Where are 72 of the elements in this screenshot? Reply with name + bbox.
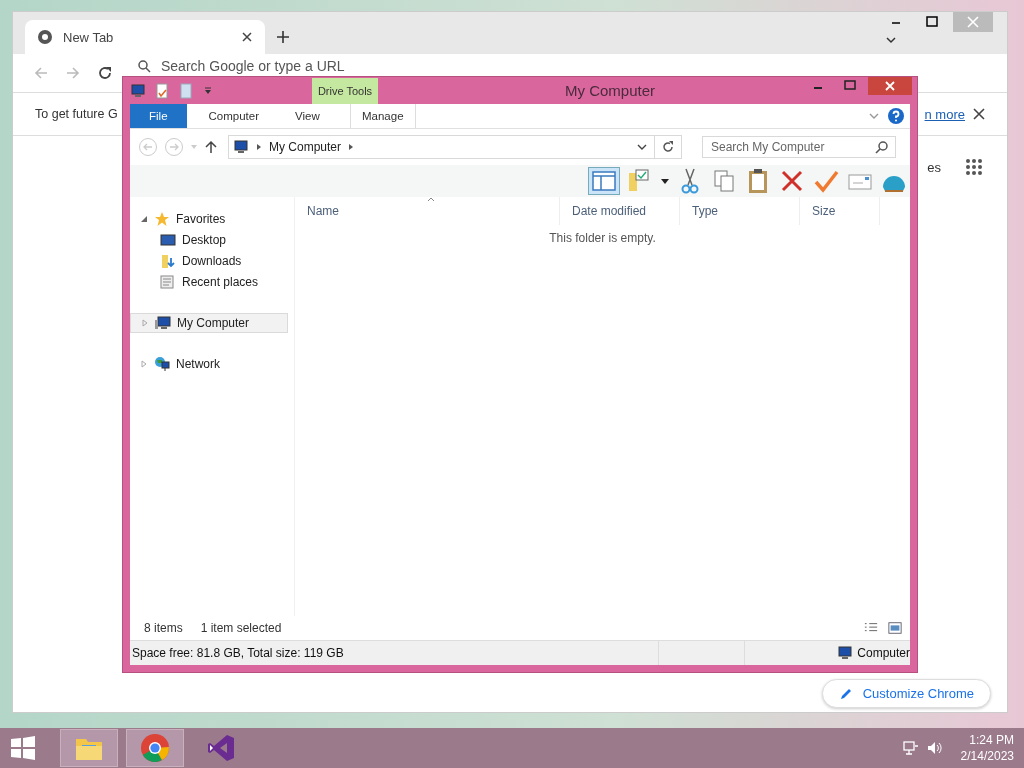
customize-chrome-button[interactable]: Customize Chrome: [821, 679, 991, 708]
close-icon[interactable]: [973, 108, 985, 120]
contextual-tab-header: Drive Tools: [312, 78, 378, 104]
shortcut-label[interactable]: es: [927, 159, 941, 175]
learn-more-link[interactable]: n more: [924, 106, 965, 122]
thumbnail-view-icon[interactable]: [888, 621, 902, 635]
reload-icon[interactable]: [97, 65, 113, 81]
apps-grid-icon[interactable]: [965, 158, 983, 176]
taskbar-button[interactable]: [60, 729, 118, 767]
ribbon-tab[interactable]: Manage: [349, 104, 416, 128]
desktop-icon: [160, 232, 176, 248]
search-icon: [875, 140, 889, 154]
nav-item[interactable]: Desktop: [130, 230, 294, 250]
ribbon-tab[interactable]: View: [281, 104, 334, 128]
column-header[interactable]: Name: [295, 197, 560, 225]
column-header[interactable]: Date modified: [560, 197, 680, 225]
selection-count: 1 item selected: [200, 621, 282, 635]
search-icon: [137, 59, 151, 73]
clock[interactable]: 1:24 PM 2/14/2023: [960, 733, 1014, 763]
info-message: To get future G: [35, 107, 118, 121]
location-text: Computer: [857, 646, 910, 660]
breadcrumb-item[interactable]: My Computer: [269, 140, 342, 154]
properties-icon[interactable]: [154, 82, 170, 99]
close-icon[interactable]: [241, 31, 253, 43]
search-field[interactable]: Search My Computer: [702, 136, 896, 158]
help-icon[interactable]: [888, 108, 904, 124]
windows-logo-icon[interactable]: [10, 735, 36, 761]
nav-item[interactable]: My Computer: [130, 313, 288, 333]
forward-arrow-icon[interactable]: [65, 65, 81, 81]
computer-icon[interactable]: [130, 82, 146, 99]
infinity-logo-icon: [206, 733, 236, 763]
tab-title: New Tab: [63, 29, 114, 45]
empty-folder-message: This folder is empty.: [548, 231, 657, 245]
column-header[interactable]: Type: [680, 197, 800, 225]
computer-icon: [837, 645, 854, 661]
ribbon-tab[interactable]: File: [130, 104, 187, 128]
expanded-triangle-icon[interactable]: [140, 215, 148, 223]
globe-icon: [37, 29, 53, 45]
taskbar-button[interactable]: [126, 729, 184, 767]
new-tab-icon[interactable]: [275, 29, 291, 45]
clock-date: 2/14/2023: [960, 749, 1014, 763]
recent-places-icon: [160, 274, 176, 290]
caret-icon[interactable]: [660, 176, 670, 186]
up-arrow-icon[interactable]: [204, 140, 218, 154]
computer-icon: [233, 139, 249, 155]
computer-icon: [155, 315, 171, 331]
speaker-icon[interactable]: [926, 740, 943, 756]
nav-item[interactable]: Recent places: [130, 272, 294, 292]
pencil-icon: [838, 686, 853, 701]
preview-pane-icon[interactable]: [588, 167, 620, 195]
window-title: My Computer: [564, 82, 656, 99]
refresh-icon: [661, 140, 675, 154]
column-header[interactable]: Size: [800, 197, 880, 225]
star-icon: [154, 211, 170, 227]
network-icon: [154, 356, 170, 372]
chevron-down-icon[interactable]: [885, 34, 897, 46]
nav-item[interactable]: Downloads: [130, 251, 294, 271]
item-count: 8 items: [144, 621, 183, 635]
clock-time: 1:24 PM: [969, 733, 1014, 747]
chrome-logo-icon: [140, 733, 170, 763]
ribbon-tab[interactable]: Computer: [194, 104, 274, 128]
back-arrow-icon[interactable]: [33, 65, 49, 81]
collapsed-triangle-icon[interactable]: [141, 319, 149, 327]
collapsed-triangle-icon[interactable]: [140, 360, 148, 368]
nav-item[interactable]: Favorites: [130, 209, 294, 229]
folder-download-icon: [160, 253, 176, 269]
nav-item[interactable]: Network: [130, 354, 294, 374]
chevron-right-icon[interactable]: [255, 143, 263, 151]
network-icon[interactable]: [902, 740, 919, 756]
address-field[interactable]: Search Google or type a URL: [129, 57, 345, 75]
browser-tab[interactable]: New Tab: [25, 20, 265, 54]
drive-space-text: Space free: 81.8 GB, Total size: 119 GB: [131, 646, 345, 660]
